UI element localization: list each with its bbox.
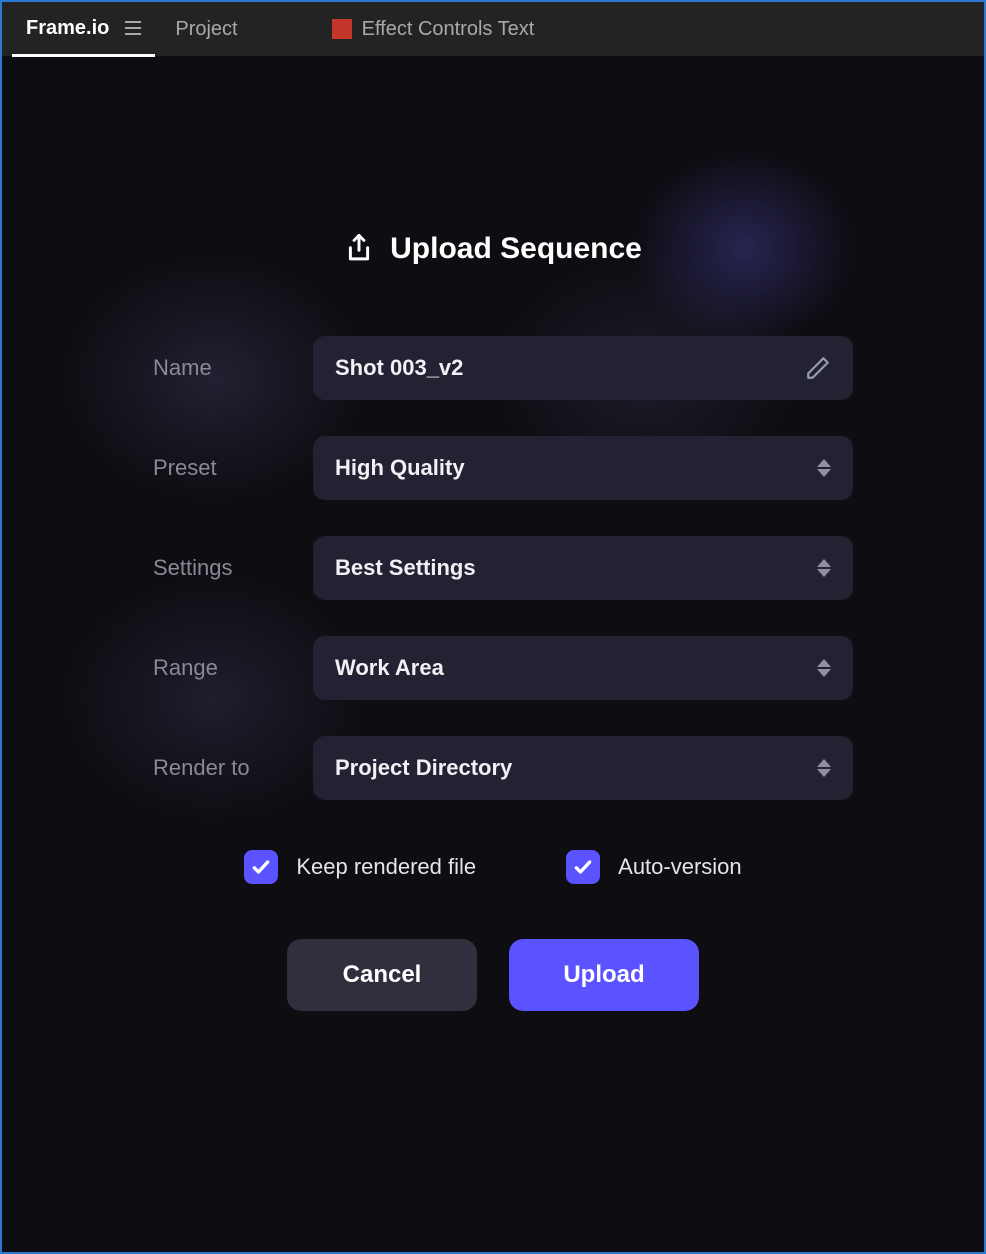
upload-button[interactable]: Upload <box>509 939 699 1011</box>
render-to-value: Project Directory <box>335 755 512 781</box>
chevron-down-icon <box>817 669 831 677</box>
check-icon <box>573 857 593 877</box>
preset-value: High Quality <box>335 455 465 481</box>
auto-version-checkbox[interactable]: Auto-version <box>566 850 742 884</box>
keep-rendered-checkbox[interactable]: Keep rendered file <box>244 850 476 884</box>
tab-effect-controls-label: Effect Controls Text <box>362 18 535 41</box>
range-select[interactable]: Work Area <box>313 636 853 700</box>
label-name: Name <box>133 355 313 381</box>
pencil-icon[interactable] <box>805 355 831 381</box>
preset-select[interactable]: High Quality <box>313 436 853 500</box>
stepper-icon[interactable] <box>817 759 831 777</box>
chevron-down-icon <box>817 569 831 577</box>
stepper-icon[interactable] <box>817 659 831 677</box>
tab-frameio[interactable]: Frame.io <box>12 3 155 57</box>
settings-value: Best Settings <box>335 555 476 581</box>
tab-effect-controls[interactable]: Effect Controls Text <box>318 2 549 56</box>
panel-menu-icon[interactable] <box>125 21 141 35</box>
check-icon <box>251 857 271 877</box>
chevron-down-icon <box>817 469 831 477</box>
checkbox-box-checked <box>566 850 600 884</box>
tab-project[interactable]: Project <box>161 2 251 56</box>
name-value: Shot 003_v2 <box>335 355 463 381</box>
upload-sequence-modal: Upload Sequence Name Shot 003_v2 Preset … <box>133 232 853 1011</box>
auto-version-label: Auto-version <box>618 854 742 880</box>
checkbox-row: Keep rendered file Auto-version <box>133 850 853 884</box>
label-settings: Settings <box>133 555 313 581</box>
chevron-down-icon <box>817 769 831 777</box>
chevron-up-icon <box>817 759 831 767</box>
chevron-up-icon <box>817 459 831 467</box>
row-name: Name Shot 003_v2 <box>133 336 853 400</box>
cancel-button[interactable]: Cancel <box>287 939 477 1011</box>
tab-project-label: Project <box>175 18 237 41</box>
upload-icon <box>344 233 374 265</box>
modal-title-row: Upload Sequence <box>133 232 853 266</box>
button-row: Cancel Upload <box>133 939 853 1011</box>
stepper-icon[interactable] <box>817 459 831 477</box>
record-indicator-icon <box>332 19 352 39</box>
name-field[interactable]: Shot 003_v2 <box>313 336 853 400</box>
label-render-to: Render to <box>133 755 313 781</box>
keep-rendered-label: Keep rendered file <box>296 854 476 880</box>
chevron-up-icon <box>817 559 831 567</box>
label-range: Range <box>133 655 313 681</box>
cancel-button-label: Cancel <box>343 961 422 989</box>
modal-title: Upload Sequence <box>390 232 642 266</box>
stepper-icon[interactable] <box>817 559 831 577</box>
row-render-to: Render to Project Directory <box>133 736 853 800</box>
range-value: Work Area <box>335 655 444 681</box>
render-to-select[interactable]: Project Directory <box>313 736 853 800</box>
row-range: Range Work Area <box>133 636 853 700</box>
chevron-up-icon <box>817 659 831 667</box>
row-settings: Settings Best Settings <box>133 536 853 600</box>
label-preset: Preset <box>133 455 313 481</box>
settings-select[interactable]: Best Settings <box>313 536 853 600</box>
panel-tab-bar: Frame.io Project Effect Controls Text <box>2 2 984 56</box>
upload-button-label: Upload <box>563 961 644 989</box>
tab-frameio-label: Frame.io <box>26 17 109 40</box>
row-preset: Preset High Quality <box>133 436 853 500</box>
checkbox-box-checked <box>244 850 278 884</box>
